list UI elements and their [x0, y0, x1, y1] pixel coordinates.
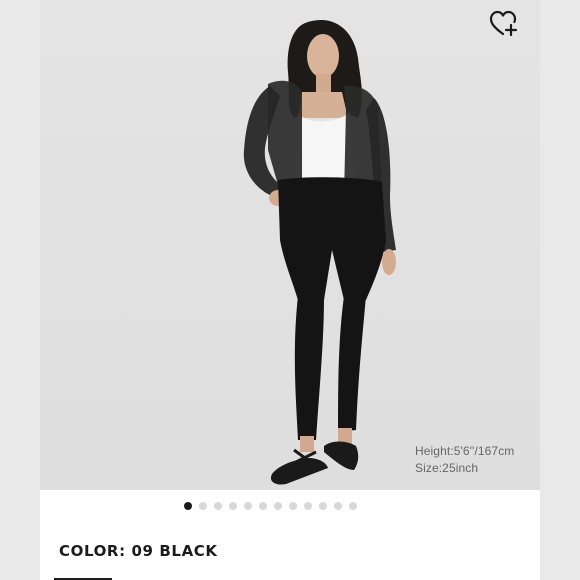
model-info: Height:5'6''/167cm Size:25inch — [415, 443, 514, 477]
model-size: Size:25inch — [415, 461, 479, 475]
pagination-dot[interactable] — [213, 502, 222, 510]
pagination-dot[interactable] — [303, 502, 312, 510]
pagination-dot[interactable] — [348, 502, 357, 510]
model-height: Height:5'6''/167cm — [415, 444, 515, 458]
pagination-dot[interactable] — [333, 502, 342, 510]
add-to-wishlist-button[interactable] — [486, 8, 522, 44]
pagination-dot[interactable] — [198, 502, 207, 510]
pagination-dot[interactable] — [318, 502, 327, 510]
pagination-dot[interactable] — [243, 502, 252, 510]
image-pagination-dots — [40, 502, 540, 510]
pagination-dot[interactable] — [183, 502, 192, 510]
right-margin — [540, 0, 580, 580]
product-details-panel: COLOR: 09 BLACK — [40, 490, 540, 580]
model-photo — [243, 19, 396, 485]
pagination-dot[interactable] — [228, 502, 237, 510]
color-label: COLOR: 09 BLACK — [59, 542, 218, 560]
product-page: Height:5'6''/167cm Size:25inch COLOR: 09… — [0, 0, 580, 580]
left-margin — [0, 0, 40, 580]
pagination-dot[interactable] — [258, 502, 267, 510]
product-image[interactable]: Height:5'6''/167cm Size:25inch — [40, 0, 540, 490]
pagination-dot[interactable] — [288, 502, 297, 510]
pagination-dot[interactable] — [273, 502, 282, 510]
heart-plus-icon — [489, 10, 519, 43]
